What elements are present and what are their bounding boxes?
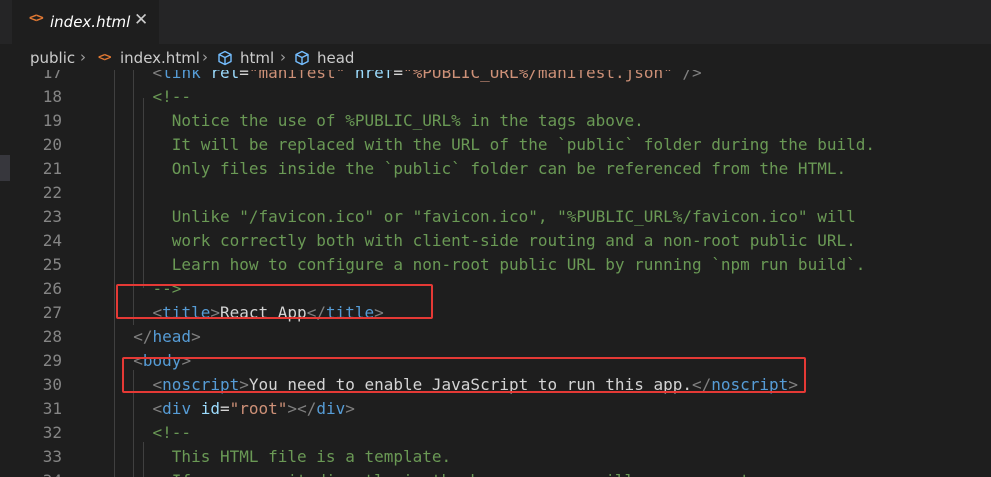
chevron-right-icon: › bbox=[80, 48, 86, 66]
code-line[interactable]: 17 <link rel="manifest" href="%PUBLIC_UR… bbox=[0, 70, 991, 85]
code-line[interactable]: 33 This HTML file is a template. bbox=[0, 445, 991, 469]
line-code: <link rel="manifest" href="%PUBLIC_URL%/… bbox=[152, 70, 702, 82]
line-number: 30 bbox=[42, 375, 62, 394]
code-line[interactable]: 25 Learn how to configure a non-root pub… bbox=[0, 253, 991, 277]
tab-index-html[interactable]: <> index.html ✕ bbox=[12, 0, 159, 44]
line-number: 33 bbox=[42, 447, 62, 466]
line-number: 17 bbox=[42, 70, 62, 82]
code-line[interactable]: 34 If you open it directly in the browse… bbox=[0, 469, 991, 477]
breadcrumb: public › <> index.html › html › head bbox=[0, 44, 991, 70]
html-file-icon: <> bbox=[29, 11, 44, 26]
line-number: 25 bbox=[42, 255, 62, 274]
line-code: work correctly both with client-side rou… bbox=[114, 231, 856, 250]
editor-tab-bar: <> index.html ✕ bbox=[0, 0, 991, 44]
line-number: 18 bbox=[42, 87, 62, 106]
line-code: If you open it directly in the browser, … bbox=[114, 469, 817, 477]
breadcrumb-item-public[interactable]: public bbox=[30, 49, 75, 67]
code-line[interactable]: 32 <!-- bbox=[0, 421, 991, 445]
html-file-icon: <> bbox=[98, 50, 111, 64]
highlight-box-noscript bbox=[122, 357, 806, 393]
symbol-element-icon bbox=[295, 50, 309, 66]
code-line[interactable]: 19 Notice the use of %PUBLIC_URL% in the… bbox=[0, 109, 991, 133]
code-line[interactable]: 21 Only files inside the `public` folder… bbox=[0, 157, 991, 181]
line-number: 34 bbox=[20, 469, 62, 477]
line-number: 26 bbox=[42, 279, 62, 298]
code-line[interactable]: 20 It will be replaced with the URL of t… bbox=[0, 133, 991, 157]
tab-label: index.html bbox=[50, 13, 131, 31]
chevron-right-icon: › bbox=[202, 48, 208, 66]
breadcrumb-item-file[interactable]: index.html bbox=[120, 49, 200, 67]
line-number: 20 bbox=[42, 135, 62, 154]
breadcrumb-item-head[interactable]: head bbox=[317, 49, 354, 67]
code-line[interactable]: 24 work correctly both with client-side … bbox=[0, 229, 991, 253]
highlight-box-title bbox=[116, 284, 433, 319]
line-code: This HTML file is a template. bbox=[114, 447, 452, 466]
symbol-element-icon bbox=[218, 50, 232, 66]
code-line[interactable]: 31 <div id="root"></div> bbox=[0, 397, 991, 421]
line-code: <div id="root"></div> bbox=[152, 399, 355, 418]
line-code: </head> bbox=[133, 327, 201, 346]
line-number: 24 bbox=[42, 231, 62, 250]
line-number: 27 bbox=[42, 303, 62, 322]
breadcrumb-item-html[interactable]: html bbox=[240, 49, 274, 67]
code-line[interactable]: 22 bbox=[0, 181, 991, 205]
line-number: 29 bbox=[42, 351, 62, 370]
line-number: 19 bbox=[42, 111, 62, 130]
line-code: <!-- bbox=[114, 423, 192, 442]
close-icon[interactable]: ✕ bbox=[134, 10, 148, 30]
line-code: Learn how to configure a non-root public… bbox=[114, 255, 866, 274]
code-line[interactable]: 23 Unlike "/favicon.ico" or "favicon.ico… bbox=[0, 205, 991, 229]
code-editor[interactable]: 17 <link rel="manifest" href="%PUBLIC_UR… bbox=[0, 70, 991, 477]
code-line[interactable]: 18 <!-- bbox=[0, 85, 991, 109]
line-number: 22 bbox=[42, 183, 62, 202]
line-code: Only files inside the `public` folder ca… bbox=[114, 159, 847, 178]
code-line[interactable]: 28 </head> bbox=[0, 325, 991, 349]
line-code: Notice the use of %PUBLIC_URL% in the ta… bbox=[114, 111, 644, 130]
line-number: 28 bbox=[42, 327, 62, 346]
line-number: 31 bbox=[42, 399, 62, 418]
line-code: Unlike "/favicon.ico" or "favicon.ico", … bbox=[114, 207, 856, 226]
line-number: 23 bbox=[42, 207, 62, 226]
line-code: <!-- bbox=[114, 87, 192, 106]
line-number: 32 bbox=[42, 423, 62, 442]
line-code: It will be replaced with the URL of the … bbox=[114, 135, 875, 154]
chevron-right-icon: › bbox=[280, 48, 286, 66]
line-number: 21 bbox=[42, 159, 62, 178]
